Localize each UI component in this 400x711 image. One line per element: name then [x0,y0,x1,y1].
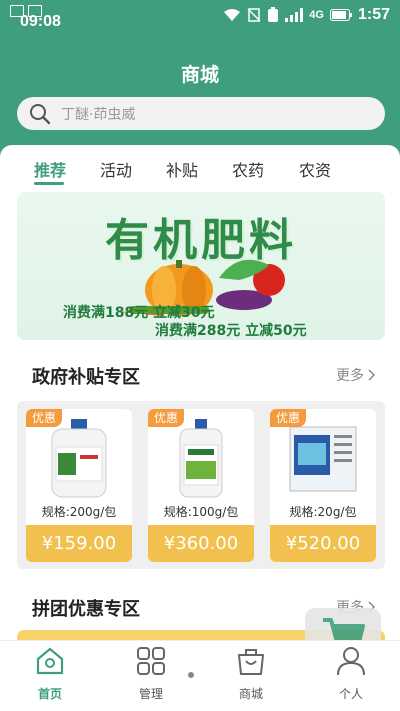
status-time: 09:08 [20,13,61,30]
discount-tag: 优惠 [148,409,184,427]
chevron-right-icon [368,369,376,381]
tab-agri-supplies[interactable]: 农资 [299,157,331,181]
network-type: 4G [309,9,324,21]
product-card[interactable]: 优惠 规格:100g/包 ¥360.00 [148,409,254,562]
page-title: 商城 [180,64,219,86]
status-icons-right: 4G 1:57 [223,6,390,24]
page-indicator-dot [188,672,194,678]
nav-home[interactable]: 首页 [10,645,90,702]
battery-saver-icon [268,7,279,22]
product-spec: 规格:200g/包 [41,505,117,519]
group-buy-section-title: 拼团优惠专区 [32,599,140,620]
search-placeholder: 丁醚·茚虫威 [61,106,136,123]
tab-pesticide[interactable]: 农药 [232,157,264,181]
discount-tag: 优惠 [270,409,306,427]
tab-activity[interactable]: 活动 [100,157,132,181]
product-price: ¥159.00 [26,525,132,562]
product-price: ¥360.00 [148,525,254,562]
person-icon [337,647,365,676]
signal-icon [285,8,304,22]
subsidy-products: 优惠 规格:200g/包 ¥159.00 优惠 规格:100g/包 ¥360.0… [17,401,385,569]
nav-profile[interactable]: 个人 [311,645,391,702]
tab-recommend[interactable]: 推荐 [34,157,66,181]
nav-label: 管理 [138,687,163,701]
category-tabs: 推荐 活动 补贴 农药 农资 [0,145,400,189]
product-card[interactable]: 优惠 规格:20g/包 ¥520.00 [270,409,376,562]
main-content: 推荐 活动 补贴 农药 农资 有机肥料 消费满188元 立减30元 消费满288… [0,145,400,640]
nav-label: 个人 [338,687,363,701]
product-card[interactable]: 优惠 规格:200g/包 ¥159.00 [26,409,132,562]
nav-label: 首页 [37,687,62,701]
banner-offer-1: 消费满188元 立减30元 [63,305,215,321]
product-price: ¥520.00 [270,525,376,562]
product-bottle-image [179,419,223,498]
tab-subsidy[interactable]: 补贴 [166,157,198,181]
subsidy-more-link[interactable]: 更多 [336,365,376,385]
grid-icon [137,647,165,675]
bottom-navigation: 首页 管理 商城 个人 [0,640,400,711]
nav-mall[interactable]: 商城 [211,645,291,702]
product-package-image [289,426,357,492]
active-tab-indicator [34,182,64,185]
no-sim-icon [247,8,261,22]
nav-label: 商城 [238,687,263,701]
banner-offer-2: 消费满288元 立减50元 [155,323,307,339]
product-spec: 规格:100g/包 [163,505,239,519]
status-bar: 09:08 4G 1:57 [0,0,400,30]
product-spec: 规格:20g/包 [289,505,357,519]
status-clock: 1:57 [357,6,390,23]
search-bar[interactable]: 丁醚·茚虫威 [17,97,385,130]
wifi-icon [224,9,241,21]
nav-manage[interactable]: 管理 [111,645,191,702]
battery-icon [329,9,352,21]
home-icon [36,647,64,675]
discount-tag: 优惠 [26,409,62,427]
more-label: 更多 [336,368,364,384]
promo-banner[interactable]: 有机肥料 消费满188元 立减30元 消费满288元 立减50元 [17,192,385,340]
bag-icon [238,649,264,675]
product-bottle-image [51,419,107,498]
header: 09:08 4G 1:57 商城 丁醚·茚虫威 [0,0,400,160]
search-icon [30,103,51,124]
subsidy-section-title: 政府补贴专区 [32,367,140,388]
